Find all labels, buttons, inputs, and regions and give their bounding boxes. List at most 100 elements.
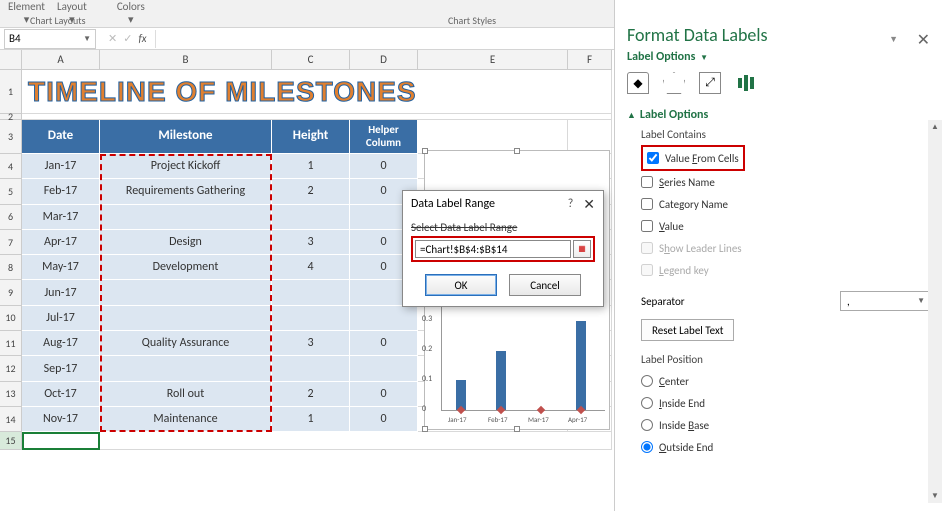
effects-icon[interactable] xyxy=(663,72,685,94)
row-header[interactable]: 10 xyxy=(0,306,22,331)
table-cell[interactable]: Roll out xyxy=(100,382,272,407)
fill-icon[interactable]: ◆ xyxy=(627,72,649,94)
table-cell[interactable]: 0 xyxy=(350,407,418,432)
row-header[interactable]: 8 xyxy=(0,255,22,280)
chart-plot-area[interactable]: 0 0.1 0.2 0.3 0.4 Jan-17 Feb-17 Mar-17 A… xyxy=(441,291,605,411)
table-cell[interactable]: Mar-17 xyxy=(22,205,100,230)
table-cell[interactable] xyxy=(272,306,350,331)
col-header-c[interactable]: C xyxy=(272,50,350,69)
select-all-corner[interactable] xyxy=(0,50,22,69)
fx-icon[interactable]: fx xyxy=(138,32,146,45)
row-header[interactable]: 14 xyxy=(0,407,22,432)
pane-subtitle[interactable]: Label Options ▼ xyxy=(627,50,932,64)
size-icon[interactable]: ⤢ xyxy=(699,72,721,94)
table-cell[interactable]: 4 xyxy=(272,255,350,280)
close-icon[interactable]: ✕ xyxy=(583,196,595,213)
table-cell[interactable]: Oct-17 xyxy=(22,382,100,407)
table-cell[interactable]: 0 xyxy=(350,154,418,179)
table-cell[interactable]: Apr-17 xyxy=(22,230,100,255)
chart-options-icon[interactable] xyxy=(735,72,757,94)
table-cell[interactable] xyxy=(100,280,272,305)
name-box[interactable]: B4▼ xyxy=(4,29,96,49)
table-cell[interactable] xyxy=(100,306,272,331)
table-cell[interactable]: 1 xyxy=(272,407,350,432)
colors-dropdown[interactable]: Colors ▾ xyxy=(117,0,145,26)
range-picker-icon[interactable]: ▦ xyxy=(573,240,591,258)
table-cell[interactable]: 3 xyxy=(272,230,350,255)
row-header[interactable]: 7 xyxy=(0,230,22,255)
table-cell[interactable] xyxy=(272,356,350,381)
row-header[interactable]: 5 xyxy=(0,179,22,204)
ok-button[interactable]: OK xyxy=(425,274,497,296)
scroll-up-icon[interactable]: ▲ xyxy=(928,120,942,134)
range-input[interactable] xyxy=(415,240,571,258)
table-cell[interactable]: Feb-17 xyxy=(22,179,100,204)
value-checkbox[interactable]: Value xyxy=(641,215,932,237)
row-header[interactable]: 9 xyxy=(0,280,22,305)
col-header-f[interactable]: F xyxy=(568,50,612,69)
table-cell[interactable]: Maintenance xyxy=(100,407,272,432)
resize-handle[interactable] xyxy=(422,426,428,432)
table-cell[interactable]: 2 xyxy=(272,179,350,204)
chevron-down-icon[interactable]: ▼ xyxy=(83,34,91,44)
table-cell[interactable]: Design xyxy=(100,230,272,255)
reset-label-text-button[interactable]: Reset Label Text xyxy=(641,319,734,341)
chart-bar[interactable] xyxy=(496,351,506,411)
table-cell[interactable]: 0 xyxy=(350,382,418,407)
col-header-a[interactable]: A xyxy=(22,50,100,69)
table-cell[interactable]: Nov-17 xyxy=(22,407,100,432)
row-header[interactable]: 3 xyxy=(0,120,22,154)
table-cell[interactable]: Development xyxy=(100,255,272,280)
cancel-button[interactable]: Cancel xyxy=(509,274,581,296)
table-cell[interactable]: Jan-17 xyxy=(22,154,100,179)
table-cell[interactable]: Jun-17 xyxy=(22,280,100,305)
table-cell[interactable]: May-17 xyxy=(22,255,100,280)
pane-scrollbar[interactable]: ▲ ▼ xyxy=(928,120,942,503)
category-name-checkbox[interactable]: Category Name xyxy=(641,193,932,215)
table-cell[interactable]: Project Kickoff xyxy=(100,154,272,179)
position-inside-base-radio[interactable]: Inside Base xyxy=(641,414,932,436)
col-header-d[interactable]: D xyxy=(350,50,418,69)
table-cell[interactable] xyxy=(350,306,418,331)
col-header-b[interactable]: B xyxy=(100,50,272,69)
table-cell[interactable]: 2 xyxy=(272,382,350,407)
label-options-section[interactable]: ▲Label Options xyxy=(627,108,932,122)
resize-handle[interactable] xyxy=(514,426,520,432)
position-center-radio[interactable]: Center xyxy=(641,370,932,392)
table-cell[interactable]: 1 xyxy=(272,154,350,179)
table-cell[interactable] xyxy=(100,356,272,381)
table-cell[interactable] xyxy=(350,356,418,381)
cancel-icon[interactable]: ✕ xyxy=(108,32,117,45)
separator-dropdown[interactable]: ,▼ xyxy=(840,291,932,311)
resize-handle[interactable] xyxy=(422,148,428,154)
table-cell[interactable]: Aug-17 xyxy=(22,331,100,356)
row-header[interactable]: 13 xyxy=(0,382,22,407)
chevron-down-icon[interactable]: ▼ xyxy=(889,34,898,45)
accept-icon[interactable]: ✓ xyxy=(123,32,132,45)
table-cell[interactable]: 3 xyxy=(272,331,350,356)
row-header[interactable]: 11 xyxy=(0,331,22,356)
row-header[interactable]: 1 xyxy=(0,70,22,114)
chart-bar[interactable] xyxy=(576,321,586,410)
table-cell[interactable]: Quality Assurance xyxy=(100,331,272,356)
table-cell[interactable] xyxy=(100,205,272,230)
title-cell[interactable]: TIMELINE OF MILESTONES xyxy=(22,70,612,114)
row-header[interactable]: 4 xyxy=(0,154,22,179)
table-cell[interactable] xyxy=(272,280,350,305)
series-name-checkbox[interactable]: Series Name xyxy=(641,171,932,193)
help-icon[interactable]: ? xyxy=(568,197,574,211)
scroll-down-icon[interactable]: ▼ xyxy=(928,489,942,503)
chart-marker[interactable] xyxy=(537,406,545,414)
row-header[interactable]: 12 xyxy=(0,356,22,381)
table-cell[interactable]: Requirements Gathering xyxy=(100,179,272,204)
table-cell[interactable]: Jul-17 xyxy=(22,306,100,331)
position-outside-end-radio[interactable]: Outside End xyxy=(641,436,932,458)
row-header[interactable]: 6 xyxy=(0,205,22,230)
resize-handle[interactable] xyxy=(514,148,520,154)
table-cell[interactable]: Sep-17 xyxy=(22,356,100,381)
position-inside-end-radio[interactable]: Inside End xyxy=(641,392,932,414)
value-from-cells-checkbox[interactable]: Value From Cells xyxy=(647,147,739,169)
col-header-e[interactable]: E xyxy=(418,50,568,69)
close-icon[interactable]: ✕ xyxy=(917,30,930,50)
table-cell[interactable]: 0 xyxy=(350,331,418,356)
